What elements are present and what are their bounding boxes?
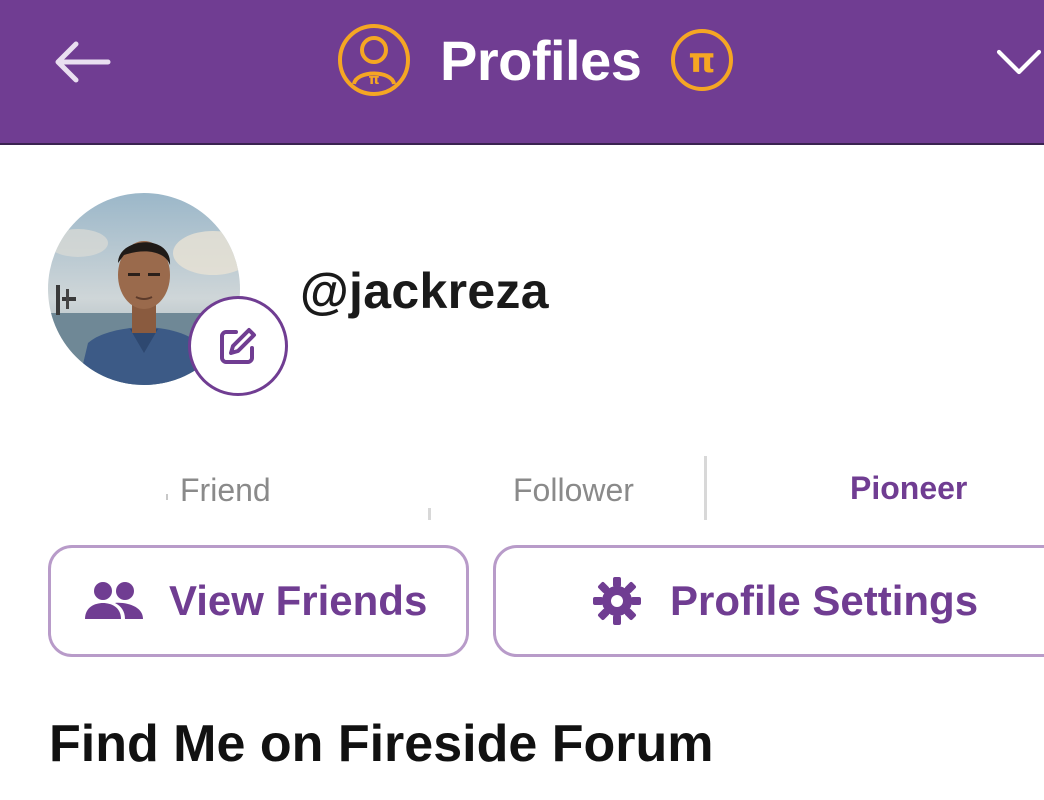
header-title-group: π Profiles π: [336, 22, 735, 98]
stat-divider: [428, 508, 431, 520]
profile-settings-button[interactable]: Profile Settings: [493, 545, 1044, 657]
page-title: Profiles: [440, 28, 642, 92]
people-icon: [85, 582, 143, 619]
profile-username: @jackreza: [300, 263, 549, 319]
svg-text:π: π: [689, 41, 716, 81]
avatar-group: [48, 193, 288, 398]
svg-text:π: π: [368, 72, 379, 88]
menu-dropdown-button[interactable]: [994, 38, 1044, 86]
arrow-left-icon: [55, 41, 111, 83]
edit-avatar-button[interactable]: [188, 296, 288, 396]
stat-divider: [704, 456, 707, 520]
chevron-down-icon: [996, 49, 1042, 75]
stat-friend[interactable]: Friend: [180, 472, 271, 509]
view-friends-button[interactable]: View Friends: [48, 545, 469, 657]
stat-follower[interactable]: Follower: [513, 472, 634, 509]
pi-coin-icon: π: [671, 29, 734, 91]
stat-pioneer[interactable]: Pioneer: [850, 470, 967, 507]
profile-stats: Friend Follower Pioneer: [0, 450, 1044, 530]
gear-icon: [593, 577, 641, 625]
stat-divider: [166, 494, 168, 500]
back-button[interactable]: [50, 36, 114, 88]
section-title: Find Me on Fireside Forum: [49, 715, 714, 773]
view-friends-label: View Friends: [169, 577, 428, 624]
app-header: π Profiles π: [0, 0, 1044, 145]
pi-profile-icon: π: [338, 24, 410, 96]
edit-pencil-icon: [220, 328, 256, 364]
profile-settings-label: Profile Settings: [670, 577, 979, 624]
